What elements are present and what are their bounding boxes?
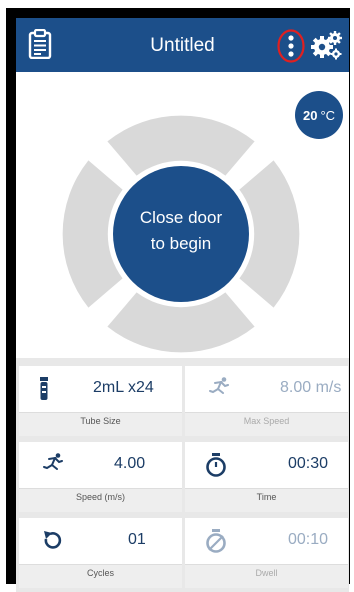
- tube-size-value: 2mL x24: [93, 379, 154, 396]
- time-label: Time: [256, 492, 277, 502]
- no-timer-icon: [205, 529, 227, 558]
- tube-size-label: Tube Size: [80, 416, 121, 426]
- max-speed-tile: 8.00 m/s Max Speed: [185, 366, 348, 436]
- gears-icon[interactable]: [308, 28, 344, 67]
- speed-value: 4.00: [114, 455, 146, 472]
- parameter-grid: 2mL x24 Tube Size 8.00 m/s Max Speed 4.0…: [16, 358, 349, 592]
- rotor-dial: Close door to begin: [61, 114, 301, 354]
- top-bar: Untitled: [16, 18, 349, 72]
- tube-size-tile[interactable]: 2mL x24 Tube Size: [19, 366, 182, 436]
- more-vertical-icon[interactable]: [276, 29, 306, 68]
- cycles-value: 01: [128, 531, 146, 548]
- dwell-label: Dwell: [255, 568, 278, 578]
- start-button-line1: Close door: [140, 208, 223, 227]
- time-tile[interactable]: 00:30 Time: [185, 442, 348, 512]
- run-icon: [207, 377, 231, 404]
- speed-label: Speed (m/s): [75, 492, 126, 502]
- speed-tile[interactable]: 4.00 Speed (m/s): [19, 442, 182, 512]
- device-frame: Untitled Close door to begin 20 °C 2mL x…: [6, 8, 350, 592]
- repeat-icon: [41, 529, 63, 556]
- run-icon: [41, 453, 65, 480]
- temperature-unit: °C: [320, 107, 336, 123]
- start-button-line2: to begin: [151, 234, 212, 253]
- max-speed-label: Max Speed: [243, 416, 290, 426]
- cycles-tile[interactable]: 01 Cycles: [19, 518, 182, 588]
- start-button[interactable]: Close door to begin: [113, 166, 249, 302]
- app-screen: Untitled Close door to begin 20 °C 2mL x…: [16, 18, 349, 592]
- time-value: 00:30: [288, 455, 329, 472]
- max-speed-value: 8.00 m/s: [280, 379, 342, 396]
- tube-icon: [37, 377, 51, 408]
- temperature-badge: 20 °C: [295, 91, 343, 139]
- cycles-label: Cycles: [86, 568, 114, 578]
- timer-icon: [205, 453, 227, 482]
- dwell-value: 00:10: [288, 531, 329, 548]
- temperature-value: 20: [302, 107, 318, 123]
- dwell-tile: 00:10 Dwell: [185, 518, 348, 588]
